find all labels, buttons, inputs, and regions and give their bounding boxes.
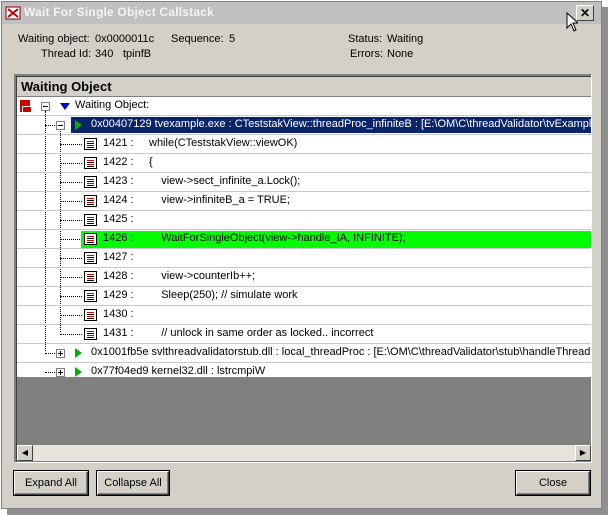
selected-frame-text: 0x00407129 tvexample.exe : CTeststakView… [91,118,591,130]
source-line-icon [84,309,97,321]
tree-line [45,125,55,126]
source-line-row[interactable]: 1423 : view->sect_infinite_a.Lock(); [17,173,591,192]
source-line-icon [84,252,97,264]
tree-line [60,258,82,259]
frame-text: 0x1001fb5e svlthreadvalidatorstub.dll : … [91,346,591,358]
expand-arrow-icon [60,103,70,110]
line-number: 1429 : [103,289,134,301]
line-number: 1425 : [103,213,134,225]
plus-box-icon[interactable] [56,368,65,377]
tree-row-frame[interactable]: 0x1001fb5e svlthreadvalidatorstub.dll : … [17,344,591,363]
frame-arrow-icon [75,120,82,130]
line-code: { [149,156,153,168]
scroll-left-icon[interactable]: ◀ [17,445,33,461]
tree-line [60,201,82,202]
app-icon [5,6,21,20]
source-line-row[interactable]: 1429 : Sleep(250); // simulate work [17,287,591,306]
source-line-icon [84,271,97,283]
thread-id-label: Thread Id: [41,48,92,60]
tree-line [45,353,55,354]
source-line-row[interactable]: 1421 : while(CTeststakView::viewOK) [17,135,591,154]
tree-row-root[interactable]: Waiting Object: [17,97,591,116]
expand-all-button[interactable]: Expand All [14,471,88,495]
sequence-label: Sequence: [171,33,224,45]
source-line-row[interactable]: 1427 : [17,249,591,268]
tree-line [60,315,82,316]
errors-value: None [387,48,414,60]
scroll-right-icon[interactable]: ▶ [575,445,591,461]
frame-arrow-icon [75,348,82,358]
waiting-object-value: 0x0000011c [95,33,155,45]
source-line-row[interactable]: 1425 : [17,211,591,230]
flag-icon [19,99,32,112]
source-line-row-highlighted[interactable]: 1426 : WaitForSingleObject(view->handle_… [17,230,591,249]
thread-id-value: 340 [95,48,114,60]
panel-header: Waiting Object [17,77,591,97]
source-line-icon [84,233,97,245]
source-line-row[interactable]: 1424 : view->infiniteB_a = TRUE; [17,192,591,211]
line-code: view->sect_infinite_a.Lock(); [149,175,301,187]
horizontal-scrollbar[interactable]: ◀ ▶ [17,445,591,461]
source-line-row[interactable]: 1431 : // unlock in same order as locked… [17,325,591,344]
source-line-icon [84,328,97,340]
source-line-icon [84,138,97,150]
line-code: view->infiniteB_a = TRUE; [149,194,291,206]
source-line-icon [84,157,97,169]
tree-line [60,296,82,297]
source-line-icon [84,290,97,302]
line-number: 1422 : [103,156,134,168]
tree-row-frame[interactable]: 0x77f04ed9 kernel32.dll : lstrcmpiW [17,363,591,382]
sequence-value: 5 [229,33,236,45]
line-code: Sleep(250); // simulate work [149,289,298,301]
minus-box-icon[interactable] [41,102,50,111]
tree-line [60,163,82,164]
tree-line [60,182,82,183]
plus-box-icon[interactable] [56,349,65,358]
tree-line [60,144,82,145]
line-number: 1424 : [103,194,134,206]
source-line-row[interactable]: 1422 : { [17,154,591,173]
line-code: WaitForSingleObject(view->handle_IA, INF… [149,232,406,244]
line-code: // unlock in same order as locked.. inco… [149,327,374,339]
close-icon[interactable]: ✕ [576,5,594,21]
callstack-tree[interactable]: Waiting Object: 0x00407129 tvexample.exe… [17,97,591,377]
tree-line [45,372,55,373]
tree-line [60,239,82,240]
line-number: 1431 : [103,327,134,339]
source-line-row[interactable]: 1428 : view->counterIb++; [17,268,591,287]
line-number: 1430 : [103,308,134,320]
errors-label: Errors: [350,48,383,60]
line-code: while(CTeststakView::viewOK) [149,137,298,149]
close-button[interactable]: Close [516,471,590,495]
line-code: view->counterIb++; [149,270,256,282]
frame-text: 0x77f04ed9 kernel32.dll : lstrcmpiW [91,365,266,377]
thread-name: tpinfB [123,48,152,60]
title-bar: Wait For Single Object Callstack ✕ [2,2,601,24]
line-number: 1427 : [103,251,134,263]
status-value: Waiting [387,33,424,45]
tree-row-frame-selected[interactable]: 0x00407129 tvexample.exe : CTeststakView… [17,116,591,135]
mouse-cursor-icon [566,12,578,32]
callstack-dialog: Wait For Single Object Callstack ✕ Waiti… [1,1,602,509]
frame-arrow-icon [75,367,82,377]
line-number: 1428 : [103,270,134,282]
line-number: 1426 : [103,232,134,244]
tree-line [60,220,82,221]
collapse-all-button[interactable]: Collapse All [97,471,169,495]
root-label: Waiting Object: [75,99,150,111]
source-line-icon [84,195,97,207]
source-line-icon [84,214,97,226]
source-line-row[interactable]: 1430 : [17,306,591,325]
tree-line [60,334,82,335]
waiting-object-label: Waiting object: [18,33,90,45]
source-line-icon [84,176,97,188]
status-label: Status: [348,33,383,45]
tree-line [60,277,82,278]
window-title: Wait For Single Object Callstack [24,5,214,19]
callstack-panel: Waiting Object Waiting Object: 0x0040712… [14,74,592,463]
minus-box-icon[interactable] [56,121,65,130]
line-number: 1421 : [103,137,134,149]
line-number: 1423 : [103,175,134,187]
